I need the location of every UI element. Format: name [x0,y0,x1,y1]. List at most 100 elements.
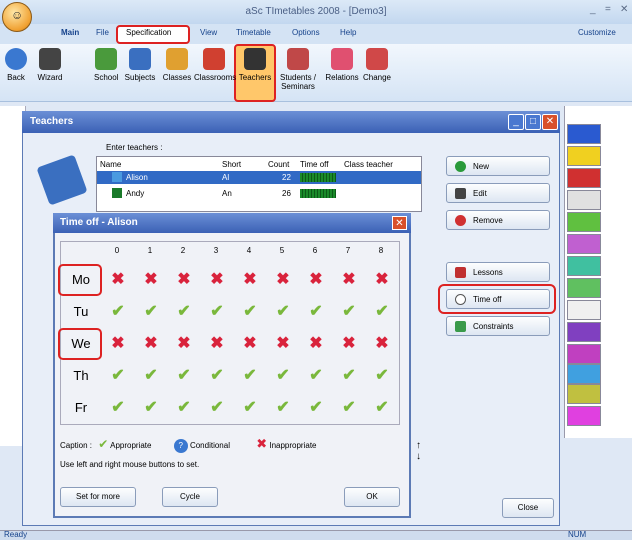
day-header[interactable]: Th [60,362,102,390]
day-header[interactable]: Mo [60,266,102,294]
day-header[interactable]: We [60,330,102,358]
maximize-icon[interactable]: □ [525,114,541,130]
students-seminars-button[interactable]: Students / Seminars [276,46,320,100]
cross-icon[interactable]: ✖ [234,266,266,294]
column-header-class-teacher[interactable]: Class teacher [344,160,393,169]
classrooms-button[interactable]: Classrooms [194,46,236,100]
period-header[interactable]: 3 [201,246,231,255]
cross-icon[interactable]: ✖ [102,330,134,358]
cross-icon[interactable]: ✖ [168,330,200,358]
check-icon[interactable]: ✔ [234,298,266,326]
relations-button[interactable]: Relations [324,46,360,100]
subjects-button[interactable]: Subjects [122,46,158,100]
cross-icon[interactable]: ✖ [135,330,167,358]
cross-icon[interactable]: ✖ [333,330,365,358]
check-icon[interactable]: ✔ [366,394,398,422]
timetable-cell[interactable] [567,384,601,404]
timetable-cell[interactable] [567,190,601,210]
tab-timetable[interactable]: Timetable [236,28,271,37]
cycle-button[interactable]: Cycle [162,487,218,507]
cross-icon[interactable]: ✖ [201,266,233,294]
timetable-strip[interactable] [564,106,632,438]
cross-icon[interactable]: ✖ [300,266,332,294]
column-header-timeoff[interactable]: Time off [300,160,328,169]
new-button[interactable]: New [446,156,550,176]
period-header[interactable]: 2 [168,246,198,255]
close-button[interactable]: Close [502,498,554,518]
constraints-button[interactable]: Constraints [446,316,550,336]
period-header[interactable]: 5 [267,246,297,255]
column-header-short[interactable]: Short [222,160,241,169]
timetable-cell[interactable] [567,256,601,276]
period-header[interactable]: 0 [102,246,132,255]
set-for-more-button[interactable]: Set for more [60,487,136,507]
reorder-arrows[interactable]: ↑ ↓ [416,440,421,462]
timetable-cell[interactable] [567,124,601,144]
tab-view[interactable]: View [200,28,217,37]
period-header[interactable]: 8 [366,246,396,255]
check-icon[interactable]: ✔ [366,298,398,326]
timetable-cell[interactable] [567,212,601,232]
remove-button[interactable]: Remove [446,210,550,230]
cross-icon[interactable]: ✖ [102,266,134,294]
check-icon[interactable]: ✔ [201,394,233,422]
timetable-cell[interactable] [567,168,601,188]
lessons-button[interactable]: Lessons [446,262,550,282]
change-button[interactable]: Change [360,46,394,100]
teachers-button[interactable]: Teachers [236,46,274,100]
timetable-cell[interactable] [567,146,601,166]
check-icon[interactable]: ✔ [102,298,134,326]
period-header[interactable]: 4 [234,246,264,255]
check-icon[interactable]: ✔ [267,298,299,326]
tab-options[interactable]: Options [292,28,320,37]
check-icon[interactable]: ✔ [234,362,266,390]
tab-file[interactable]: File [96,28,109,37]
day-header[interactable]: Tu [60,298,102,326]
check-icon[interactable]: ✔ [333,362,365,390]
school-button[interactable]: School [94,46,118,100]
cross-icon[interactable]: ✖ [333,266,365,294]
check-icon[interactable]: ✔ [135,394,167,422]
column-header-count[interactable]: Count [268,160,289,169]
minimize-icon[interactable]: _ [508,114,524,130]
check-icon[interactable]: ✔ [168,394,200,422]
timetable-cell[interactable] [567,234,601,254]
customize-menu[interactable]: Customize [578,28,616,37]
minimize-icon[interactable]: _ [590,4,596,15]
tab-help[interactable]: Help [340,28,356,37]
check-icon[interactable]: ✔ [135,298,167,326]
check-icon[interactable]: ✔ [168,298,200,326]
cross-icon[interactable]: ✖ [234,330,266,358]
column-header-name[interactable]: Name [100,160,121,169]
tab-specification[interactable]: Specification [126,28,171,37]
check-icon[interactable]: ✔ [333,394,365,422]
period-header[interactable]: 7 [333,246,363,255]
back-button[interactable]: Back [2,46,30,100]
timetable-cell[interactable] [567,300,601,320]
cross-icon[interactable]: ✖ [168,266,200,294]
cross-icon[interactable]: ✖ [267,330,299,358]
check-icon[interactable]: ✔ [300,298,332,326]
timetable-cell[interactable] [567,322,601,342]
check-icon[interactable]: ✔ [135,362,167,390]
cross-icon[interactable]: ✖ [366,330,398,358]
timetable-cell[interactable] [567,278,601,298]
timetable-cell[interactable] [567,406,601,426]
cross-icon[interactable]: ✖ [300,330,332,358]
check-icon[interactable]: ✔ [267,362,299,390]
maximize-icon[interactable]: = [605,4,611,15]
close-icon[interactable]: ✕ [542,114,558,130]
wizard-button[interactable]: Wizard [32,46,68,100]
period-header[interactable]: 1 [135,246,165,255]
tab-main[interactable]: Main [61,28,79,37]
check-icon[interactable]: ✔ [168,362,200,390]
check-icon[interactable]: ✔ [102,362,134,390]
check-icon[interactable]: ✔ [333,298,365,326]
classes-button[interactable]: Classes [160,46,194,100]
period-header[interactable]: 6 [300,246,330,255]
check-icon[interactable]: ✔ [234,394,266,422]
close-icon[interactable]: ✕ [392,216,407,230]
cross-icon[interactable]: ✖ [135,266,167,294]
check-icon[interactable]: ✔ [267,394,299,422]
cross-icon[interactable]: ✖ [267,266,299,294]
